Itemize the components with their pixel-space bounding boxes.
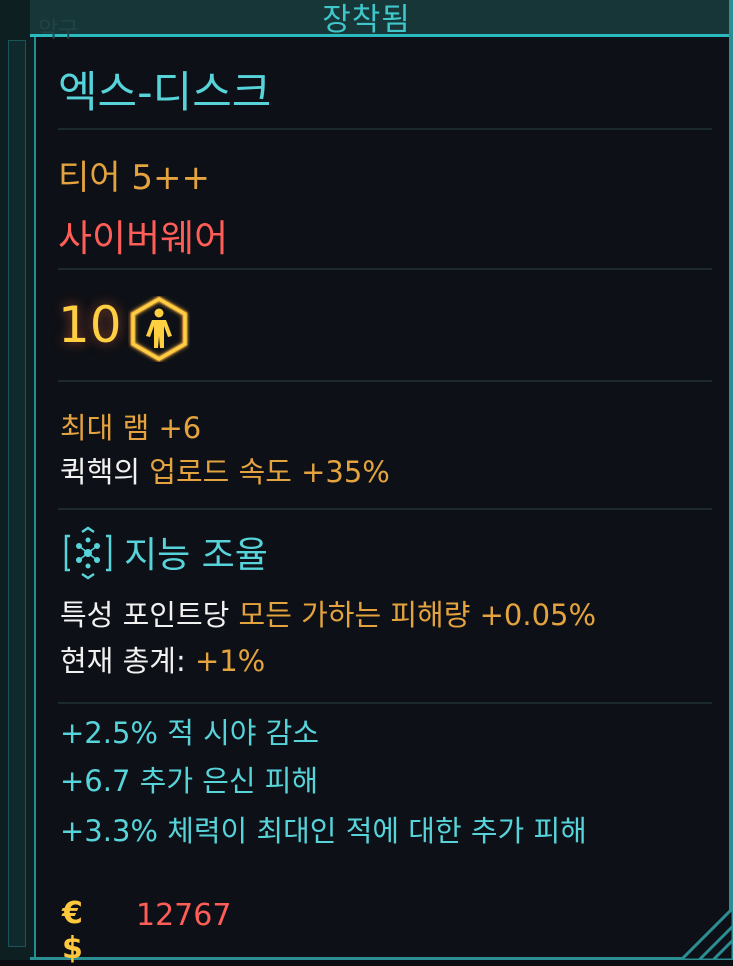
perk-text: 특성 포인트당 bbox=[60, 598, 239, 632]
right-edge bbox=[729, 0, 733, 960]
item-tooltip: 악구 장착됨 엑스-디스크 티어 5++ 사이버웨어 10 최대 램 +6 퀵핵… bbox=[0, 0, 733, 966]
equipped-label: 장착됨 bbox=[322, 2, 411, 38]
divider bbox=[58, 128, 712, 130]
price-value: 12767 bbox=[136, 898, 232, 933]
perk-line: 특성 포인트당 모든 가하는 피해량 +0.05% bbox=[60, 592, 596, 634]
eurodollar-icon: €$ bbox=[62, 896, 83, 966]
perk-value: 모든 가하는 피해량 +0.05% bbox=[238, 598, 597, 632]
item-category: 사이버웨어 bbox=[58, 217, 229, 260]
stat-line-ram: 최대 램 +6 bbox=[60, 405, 201, 447]
perk-text: 현재 총계: bbox=[60, 644, 195, 678]
requirement-value: 10 bbox=[58, 296, 122, 354]
divider bbox=[58, 268, 712, 270]
stat-text: 최대 램 +6 bbox=[60, 411, 202, 445]
intelligence-skill-icon bbox=[64, 526, 112, 580]
bonus-line: +3.3% 체력이 최대인 적에 대한 추가 피해 bbox=[60, 814, 587, 848]
left-rail-inner bbox=[8, 40, 26, 947]
corner-decoration bbox=[678, 905, 733, 960]
perk-value: +1% bbox=[194, 644, 266, 678]
divider bbox=[58, 380, 712, 382]
perk-total-line: 현재 총계: +1% bbox=[60, 638, 265, 680]
stat-line-upload: 퀵핵의 업로드 속도 +35% bbox=[60, 449, 390, 491]
divider bbox=[58, 702, 712, 704]
bonus-line: +2.5% 적 시야 감소 bbox=[60, 716, 320, 750]
perk-title: 지능 조율 bbox=[124, 535, 268, 576]
stat-text: 퀵핵의 bbox=[60, 455, 150, 489]
bonus-line: +6.7 추가 은신 피해 bbox=[60, 764, 319, 798]
divider bbox=[58, 508, 712, 510]
left-rail bbox=[0, 0, 36, 960]
body-attribute-icon bbox=[130, 296, 188, 362]
item-tier: 티어 5++ bbox=[58, 158, 210, 198]
stat-value: 업로드 속도 +35% bbox=[149, 455, 390, 489]
item-name: 엑스-디스크 bbox=[58, 68, 272, 118]
